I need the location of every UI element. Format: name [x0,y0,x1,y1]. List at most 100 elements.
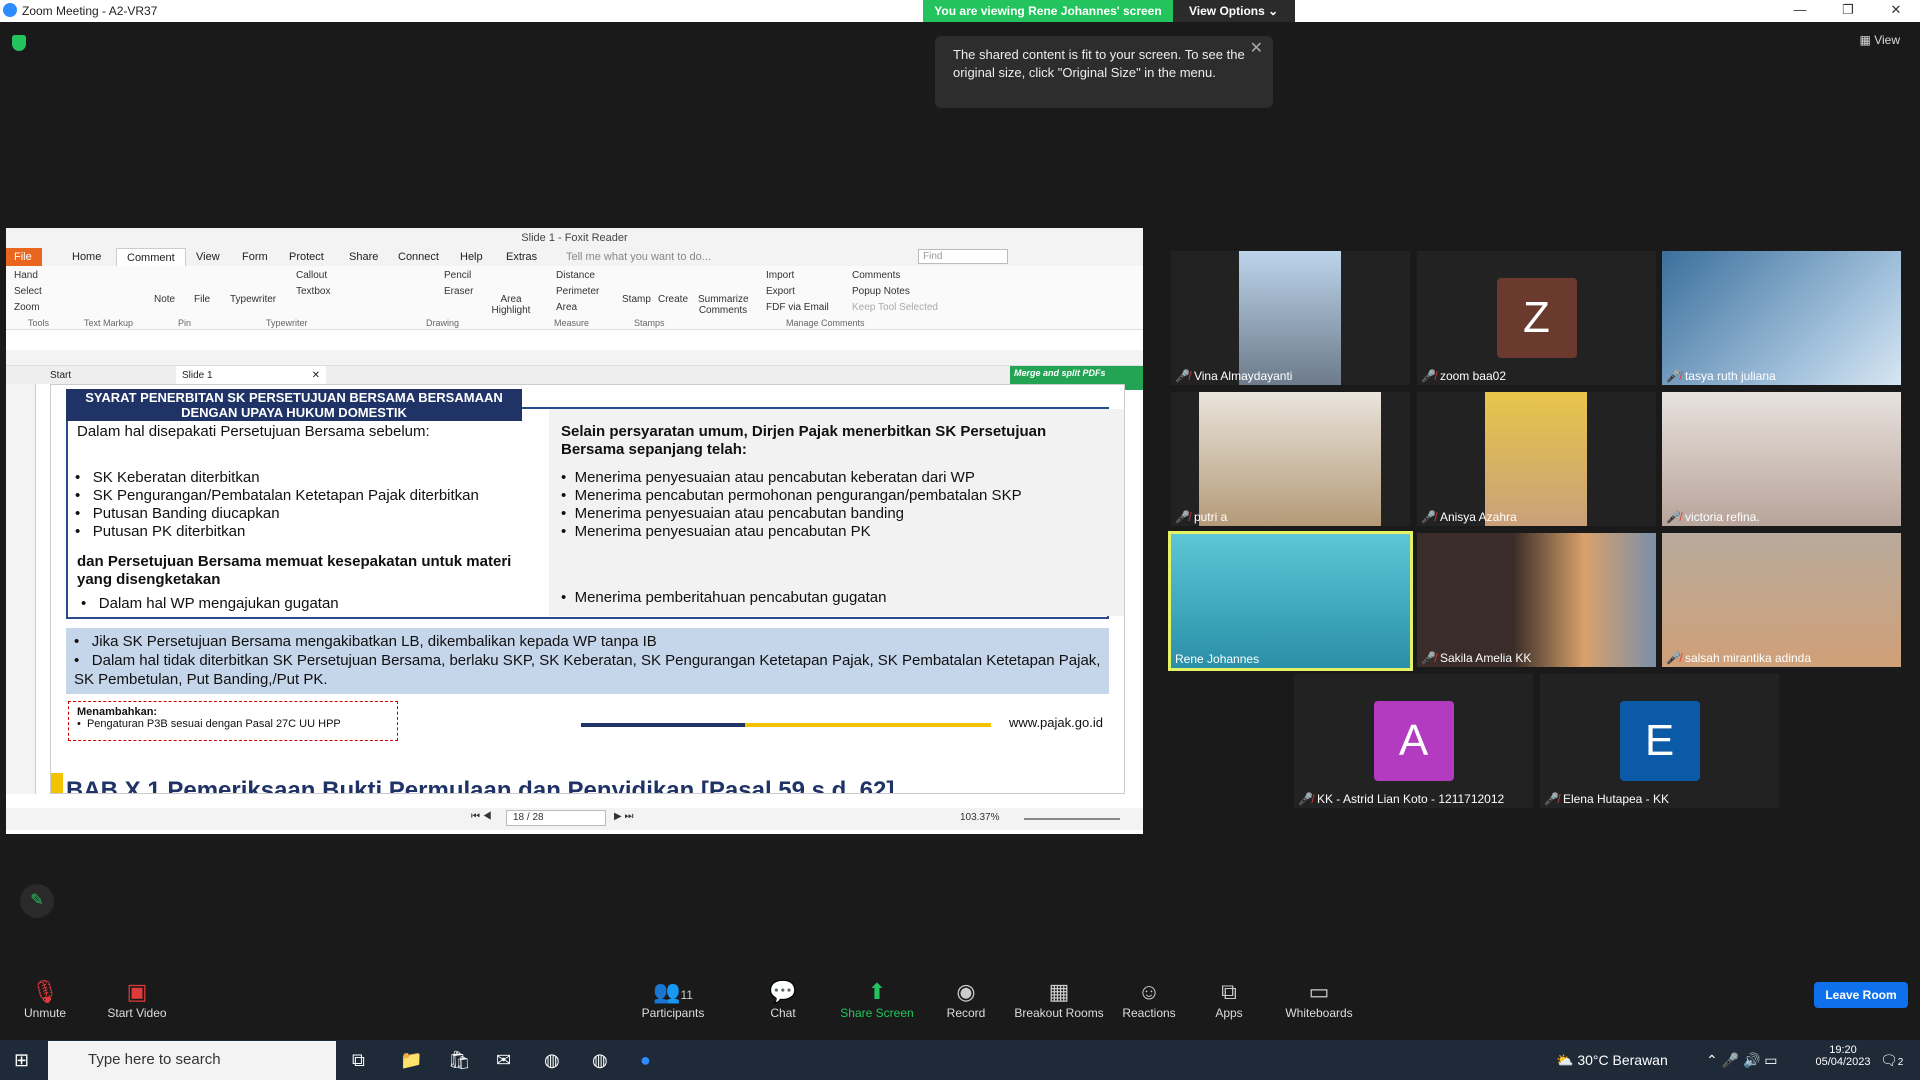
tool-perimeter[interactable]: Perimeter [556,286,599,297]
minimize-button[interactable]: — [1780,2,1820,20]
tool-export[interactable]: Export [766,286,795,297]
video-tile[interactable]: Z 🎤̸ zoom baa02 [1417,251,1656,385]
tool-hand[interactable]: Hand [14,270,38,281]
tool-comments[interactable]: Comments [852,270,900,281]
chrome-icon[interactable]: ◍ [544,1050,560,1071]
video-tile[interactable]: 🎤̸ putri a [1171,392,1410,526]
menu-comment[interactable]: Comment [116,248,186,266]
video-tile[interactable]: 🎤̸ Vina Almaydayanti [1171,251,1410,385]
video-tile[interactable]: 🎤̸ Anisya Azahra [1417,392,1656,526]
chat-button[interactable]: 💬 Chat [738,978,828,1020]
tool-import[interactable]: Import [766,270,794,281]
encryption-shield-icon[interactable] [12,35,26,51]
tool-callout[interactable]: Callout [296,270,327,281]
menu-form[interactable]: Form [242,251,268,263]
tool-create[interactable]: Create [658,294,688,305]
right-intro: Selain persyaratan umum, Dirjen Pajak me… [561,423,1047,458]
maximize-button[interactable]: ❐ [1828,2,1868,20]
participants-button[interactable]: 👥11 Participants [628,978,718,1020]
tool-select[interactable]: Select [14,286,42,297]
close-button[interactable]: ✕ [1876,2,1916,20]
participant-video [1662,533,1901,667]
tab-start[interactable]: Start [50,370,71,381]
tray-icons[interactable]: ⌃ 🎤 🔊 ▭ [1706,1052,1778,1069]
tool-distance[interactable]: Distance [556,270,595,281]
view-button[interactable]: ▦ View [1860,33,1900,47]
toast-text: The shared content is fit to your screen… [953,47,1245,80]
mail-icon[interactable]: ✉ [496,1050,511,1071]
tool-popup-notes[interactable]: Popup Notes [852,286,910,297]
whiteboards-button[interactable]: ▭ Whiteboards [1274,978,1364,1020]
menu-view[interactable]: View [196,251,220,263]
share-screen-button[interactable]: ⬆ Share Screen [832,978,922,1020]
tool-zoom[interactable]: Zoom [14,302,40,313]
chrome-profile-icon[interactable]: ◍ [592,1050,608,1071]
video-tile[interactable]: E 🎤̸ Elena Hutapea - KK [1540,674,1779,808]
menu-connect[interactable]: Connect [398,251,439,263]
start-video-button[interactable]: ▣ Start Video [92,978,182,1020]
unmute-button[interactable]: 🎙 Unmute [0,978,90,1020]
menu-protect[interactable]: Protect [289,251,324,263]
first-page-icon[interactable]: ⏮ ◀ [471,811,492,822]
tool-note[interactable]: Note [154,294,175,305]
zoom-slider[interactable] [1024,818,1120,820]
participant-name: 🎤̸ zoom baa02 [1421,369,1506,383]
tool-eraser[interactable]: Eraser [444,286,473,297]
tool-fdf-email[interactable]: FDF via Email [766,302,829,313]
reactions-button[interactable]: ☺ Reactions [1104,978,1194,1020]
task-view-icon[interactable]: ⧉ [352,1050,365,1071]
tool-pencil[interactable]: Pencil [444,270,471,281]
video-tile[interactable]: 🎤̸ Sakila Amelia KK [1417,533,1656,667]
participant-avatar: Z [1496,278,1577,358]
menu-home[interactable]: Home [72,251,101,263]
find-input[interactable]: Find [918,249,1008,264]
document-tabs: Start Slide 1 ✕ [6,366,1143,384]
zoom-app-icon[interactable]: ● [640,1050,651,1071]
notifications-icon[interactable]: 🗨2 [1880,1052,1903,1069]
record-button[interactable]: ◉ Record [921,978,1011,1020]
leave-room-button[interactable]: Leave Room [1814,982,1908,1008]
tool-stamp[interactable]: Stamp [622,294,651,305]
video-tile[interactable]: 🎤̸ victoria refina. [1662,392,1901,526]
list-item: • Menerima penyesuaian atau pencabutan k… [561,469,975,486]
tool-area[interactable]: Area [556,302,577,313]
breakout-rooms-button[interactable]: ▦ Breakout Rooms [1012,978,1106,1020]
zoom-level[interactable]: 103.37% [960,812,999,823]
reactions-icon: ☺ [1137,979,1161,1004]
tab-slide-1[interactable]: Slide 1 ✕ [176,366,326,384]
close-icon[interactable]: ✕ [1250,40,1263,58]
menu-help[interactable]: Help [460,251,483,263]
video-tile-active-speaker[interactable]: Rene Johannes [1168,531,1413,671]
tool-typewriter[interactable]: Typewriter [230,294,276,305]
video-tile[interactable]: A 🎤̸ KK - Astrid Lian Koto - 1211712012 [1294,674,1533,808]
breakout-rooms-icon: ▦ [1048,979,1070,1004]
taskbar-clock[interactable]: 19:20 05/04/2023 [1808,1044,1878,1068]
tool-file[interactable]: File [194,294,210,305]
video-tile[interactable]: 🎤̸ salsah mirantika adinda [1662,533,1901,667]
tool-summarize-comments[interactable]: Summarize Comments [698,294,749,316]
muted-mic-icon: 🎤̸ [1421,651,1436,665]
menu-share[interactable]: Share [349,251,378,263]
tool-textbox[interactable]: Textbox [296,286,330,297]
view-options-button[interactable]: View Options ⌄ [1173,0,1295,22]
tool-keep-selected[interactable]: Keep Tool Selected [852,302,938,313]
store-icon[interactable]: 🛍 [448,1050,471,1071]
clock-time: 19:20 [1829,1044,1857,1056]
footer-bar [581,723,991,727]
taskbar-search-input[interactable]: Type here to search [48,1041,336,1080]
tool-area-highlight[interactable]: Area Highlight [486,294,536,316]
tell-me-search[interactable]: Tell me what you want to do... [566,251,711,263]
next-page-icon[interactable]: ▶ ⏭ [614,811,633,822]
file-explorer-icon[interactable]: 📁 [400,1050,422,1071]
menu-extras[interactable]: Extras [506,251,537,263]
weather-widget[interactable]: ⛅ 30°C Berawan [1556,1052,1668,1069]
menu-file[interactable]: File [6,248,42,266]
video-tile[interactable]: 🎤̸ tasya ruth juliana [1662,251,1901,385]
annotate-pencil-icon[interactable]: ✎ [20,884,54,918]
apps-button[interactable]: ⧉ Apps [1184,978,1274,1020]
windows-start-icon[interactable]: ⊞ [14,1050,29,1071]
participant-name: 🎤̸ Sakila Amelia KK [1421,651,1532,665]
group-text-markup: Text Markup [84,318,134,328]
close-icon[interactable]: ✕ [312,370,320,381]
page-input[interactable]: 18 / 28 [506,810,606,826]
